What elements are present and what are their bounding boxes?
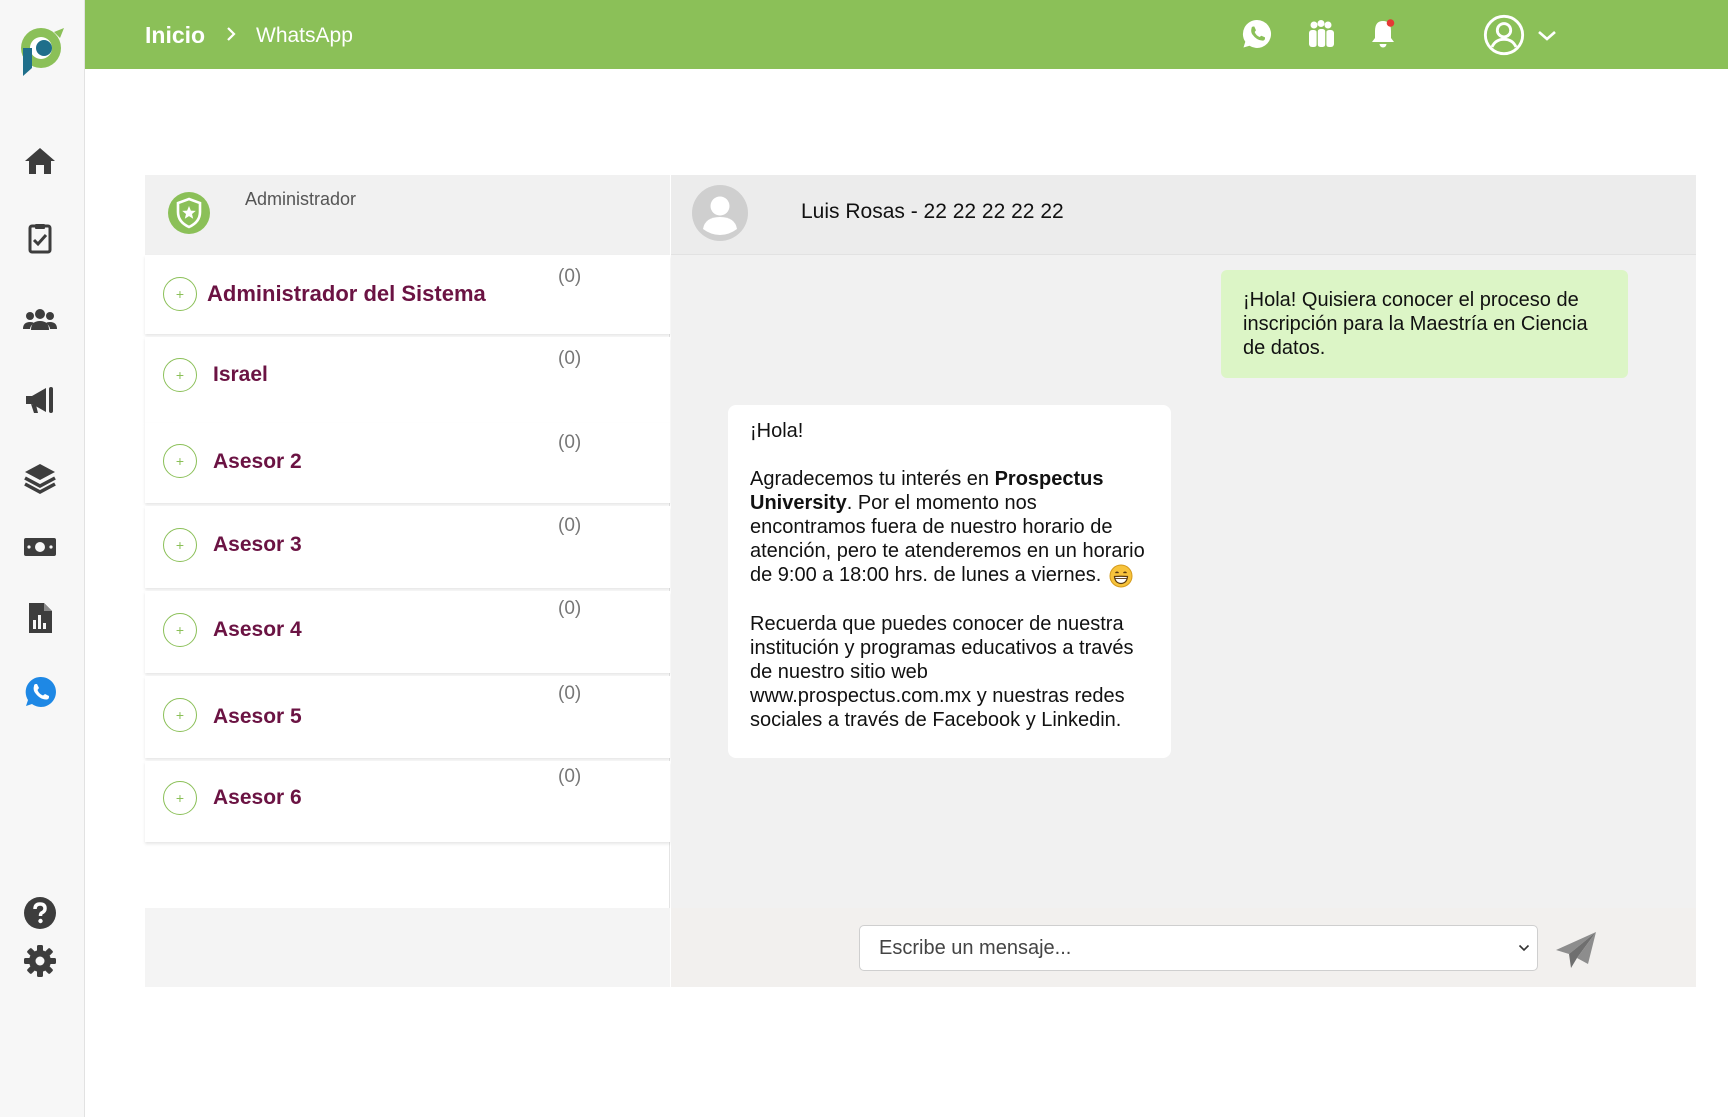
- contact-name: Luis Rosas - 22 22 22 22 22: [801, 200, 1064, 223]
- breadcrumb-home[interactable]: Inicio: [145, 22, 205, 49]
- money-icon[interactable]: [20, 527, 60, 567]
- plus-icon[interactable]: +: [163, 698, 197, 732]
- agent-name: Asesor 4: [213, 618, 302, 641]
- agent-name: Asesor 5: [213, 705, 302, 728]
- breadcrumb-current: WhatsApp: [256, 24, 353, 47]
- agent-name: Asesor 2: [213, 450, 302, 473]
- megaphone-icon[interactable]: [20, 380, 60, 420]
- agent-count: (0): [558, 515, 582, 536]
- agent-row[interactable]: + Asesor 6 (0): [145, 761, 670, 842]
- team-icon[interactable]: [1303, 16, 1339, 52]
- agents-panel: Administrador + Administrador del Sistem…: [145, 175, 670, 987]
- report-icon[interactable]: [20, 598, 60, 638]
- layers-icon[interactable]: [20, 458, 60, 498]
- chat-panel: Luis Rosas - 22 22 22 22 22 ¡Hola! Quisi…: [671, 175, 1696, 987]
- agent-count: (0): [558, 432, 582, 453]
- chevron-right-icon: [227, 27, 236, 41]
- plus-icon[interactable]: +: [163, 781, 197, 815]
- agent-name: Administrador del Sistema: [207, 281, 486, 306]
- chat-header: Luis Rosas - 22 22 22 22 22: [671, 175, 1696, 255]
- role-label: Administrador: [245, 189, 357, 209]
- agent-row[interactable]: + Israel (0): [145, 337, 670, 423]
- agents-header: Administrador: [145, 175, 670, 255]
- agent-count: (0): [558, 683, 582, 704]
- message-paragraph-2: Recuerda que puedes conocer de nuestra i…: [750, 612, 1134, 731]
- clipboard-check-icon[interactable]: [20, 219, 60, 259]
- contact-avatar-icon: [692, 185, 748, 241]
- topbar: Inicio WhatsApp: [85, 0, 1728, 69]
- incoming-message: ¡Hola! Agradecemos tu interés en Prospec…: [728, 405, 1171, 758]
- message-select[interactable]: Escribe un mensaje...: [859, 925, 1538, 971]
- agent-list: + Administrador del Sistema (0) + Israel…: [145, 255, 670, 842]
- agent-row[interactable]: + Administrador del Sistema (0): [145, 255, 670, 334]
- message-text: Agradecemos tu interés en: [750, 468, 995, 490]
- agent-row[interactable]: + Asesor 3 (0): [145, 506, 670, 588]
- agent-count: (0): [558, 266, 582, 287]
- agent-row[interactable]: + Asesor 2 (0): [145, 423, 670, 503]
- settings-icon[interactable]: [20, 941, 60, 981]
- agent-name: Asesor 3: [213, 533, 302, 556]
- message-greeting: ¡Hola!: [750, 420, 804, 442]
- send-icon[interactable]: [1554, 930, 1598, 970]
- agent-row[interactable]: + Asesor 4 (0): [145, 591, 670, 673]
- user-avatar-icon[interactable]: [1481, 12, 1527, 58]
- agent-name: Asesor 6: [213, 786, 302, 809]
- plus-icon[interactable]: +: [163, 613, 197, 647]
- notification-bell-icon[interactable]: [1365, 16, 1401, 52]
- agent-row[interactable]: + Asesor 5 (0): [145, 676, 670, 758]
- plus-icon[interactable]: +: [163, 358, 197, 392]
- agent-count: (0): [558, 598, 582, 619]
- users-icon[interactable]: [20, 300, 60, 340]
- agents-footer: [145, 908, 670, 987]
- chevron-down-icon[interactable]: [1535, 24, 1559, 48]
- plus-icon[interactable]: +: [163, 444, 197, 478]
- message-paragraph-1: Agradecemos tu interés en Prospectus Uni…: [750, 467, 1151, 588]
- grinning-emoji-icon: [1109, 564, 1133, 588]
- logo-icon[interactable]: [20, 26, 66, 78]
- help-icon[interactable]: [20, 893, 60, 933]
- outgoing-message: ¡Hola! Quisiera conocer el proceso de in…: [1221, 270, 1628, 378]
- whatsapp-icon[interactable]: [20, 672, 60, 712]
- admin-shield-icon: [168, 192, 210, 234]
- sidebar: [0, 0, 85, 1117]
- agent-count: (0): [558, 766, 582, 787]
- plus-icon[interactable]: +: [163, 528, 197, 562]
- home-icon[interactable]: [20, 141, 60, 181]
- agent-name: Israel: [213, 363, 268, 386]
- plus-icon[interactable]: +: [163, 277, 197, 311]
- chat-footer: Escribe un mensaje...: [671, 908, 1696, 987]
- whatsapp-top-icon[interactable]: [1239, 16, 1275, 52]
- whatsapp-panel: Administrador + Administrador del Sistem…: [145, 175, 1696, 987]
- agent-count: (0): [558, 348, 582, 369]
